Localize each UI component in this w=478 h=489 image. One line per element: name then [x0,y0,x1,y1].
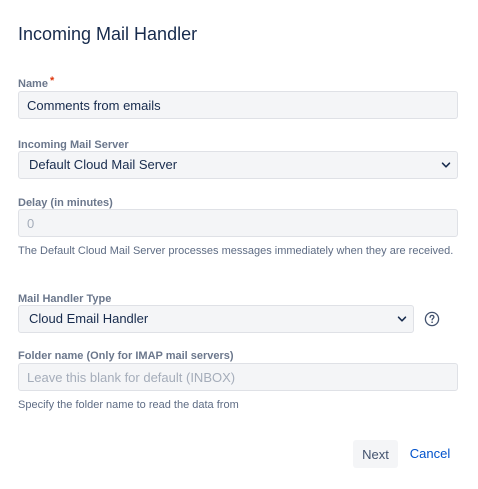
delay-help-text: The Default Cloud Mail Server processes … [18,245,454,257]
name-input[interactable] [18,91,458,119]
mail-server-selected: Default Cloud Mail Server [29,157,178,172]
dialog-title: Incoming Mail Handler [18,24,198,44]
required-marker: * [49,75,55,87]
next-button[interactable]: Next [353,440,398,468]
chevron-down-icon [397,316,407,322]
handler-type-label: Mail Handler Type [18,293,112,305]
name-label-text: Name [18,78,48,90]
folder-name-label: Folder name (Only for IMAP mail servers) [18,350,234,362]
chevron-down-icon [441,162,451,168]
question-circle-icon[interactable] [424,311,440,327]
mail-server-select[interactable]: Default Cloud Mail Server [18,151,458,179]
cancel-button[interactable]: Cancel [404,440,456,468]
folder-name-input[interactable] [18,363,458,391]
handler-type-select[interactable]: Cloud Email Handler [18,305,414,333]
delay-label: Delay (in minutes) [18,197,113,209]
name-label: Name * [18,75,55,91]
folder-name-help-text: Specify the folder name to read the data… [18,399,239,411]
mail-server-label: Incoming Mail Server [18,139,129,151]
delay-input [18,209,458,237]
handler-type-selected: Cloud Email Handler [29,311,149,326]
